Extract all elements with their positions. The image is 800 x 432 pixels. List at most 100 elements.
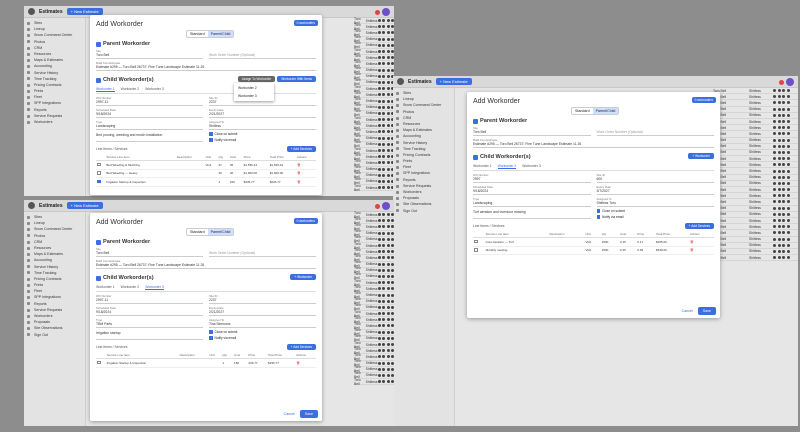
copy-icon[interactable] (386, 367, 390, 371)
copy-icon[interactable] (386, 25, 390, 29)
tab-workorder-1[interactable]: Workorder 1 (96, 87, 115, 92)
view-icon[interactable] (377, 237, 381, 241)
delete-icon[interactable] (786, 101, 790, 105)
delete-icon[interactable] (391, 213, 394, 217)
edit-icon[interactable] (777, 237, 781, 241)
tab-workorder-2[interactable]: Workorder 2 (497, 164, 517, 169)
copy-icon[interactable] (782, 126, 785, 130)
copy-icon[interactable] (782, 200, 785, 204)
delete-icon[interactable] (391, 231, 394, 235)
edit-icon[interactable] (382, 31, 385, 35)
edit-icon[interactable] (382, 256, 385, 260)
view-icon[interactable] (377, 287, 381, 291)
notes-field[interactable]: Turf aeration and overdoor mowing (473, 210, 591, 219)
edit-icon[interactable] (777, 138, 781, 142)
new-estimate-button[interactable]: + New Estimate (435, 78, 472, 85)
view-icon[interactable] (773, 188, 776, 192)
edit-icon[interactable] (777, 175, 781, 179)
view-icon[interactable] (773, 212, 776, 216)
edit-icon[interactable] (777, 243, 781, 247)
copy-icon[interactable] (386, 186, 390, 190)
delete-icon[interactable] (391, 50, 394, 54)
edit-icon[interactable] (382, 287, 385, 291)
notification-icon[interactable] (375, 203, 380, 209)
view-icon[interactable] (377, 231, 381, 235)
delete-icon[interactable] (786, 138, 790, 142)
delete-icon[interactable] (391, 268, 394, 272)
copy-icon[interactable] (386, 43, 390, 47)
edit-icon[interactable] (382, 155, 385, 159)
edit-icon[interactable] (382, 25, 385, 29)
delete-icon[interactable] (786, 212, 790, 216)
copy-icon[interactable] (386, 161, 390, 165)
view-icon[interactable] (377, 43, 381, 47)
copy-icon[interactable] (386, 231, 390, 235)
edit-icon[interactable] (382, 167, 385, 171)
view-icon[interactable] (377, 179, 381, 183)
delete-icon[interactable] (391, 31, 394, 35)
edit-icon[interactable] (382, 74, 385, 78)
edit-icon[interactable] (382, 225, 385, 229)
copy-icon[interactable] (386, 256, 390, 260)
delete-icon[interactable] (391, 244, 394, 248)
copy-icon[interactable] (386, 136, 390, 140)
delete-icon[interactable]: 🗑 (690, 248, 694, 252)
edit-icon[interactable] (777, 157, 781, 161)
copy-icon[interactable] (386, 80, 390, 84)
view-icon[interactable] (377, 305, 381, 309)
edit-icon[interactable] (382, 355, 385, 359)
view-icon[interactable] (377, 361, 381, 365)
view-icon[interactable] (773, 194, 776, 198)
copy-icon[interactable] (386, 219, 390, 223)
copy-icon[interactable] (386, 124, 390, 128)
row-checkbox[interactable] (97, 179, 101, 183)
view-icon[interactable] (377, 74, 381, 78)
mode-standard[interactable]: Standard (572, 108, 593, 114)
view-icon[interactable] (773, 101, 776, 105)
edit-icon[interactable] (382, 56, 385, 60)
view-icon[interactable] (377, 118, 381, 122)
save-button[interactable]: Save (697, 307, 716, 315)
copy-icon[interactable] (782, 225, 785, 229)
close-on-submit-checkbox[interactable] (596, 209, 600, 213)
delete-icon[interactable] (391, 361, 394, 365)
notify-checkbox[interactable] (596, 215, 600, 219)
edit-icon[interactable] (382, 173, 385, 177)
copy-icon[interactable] (386, 118, 390, 122)
delete-icon[interactable] (786, 219, 790, 223)
view-icon[interactable] (773, 163, 776, 167)
tab-workorder-3[interactable]: Workorder 3 (145, 87, 164, 92)
notes-field[interactable]: Irrigation startup (96, 331, 203, 340)
delete-icon[interactable]: 🗑 (690, 240, 694, 244)
copy-icon[interactable] (386, 268, 390, 272)
edit-icon[interactable] (382, 130, 385, 134)
delete-icon[interactable] (391, 287, 394, 291)
cancel-button[interactable]: Cancel (284, 412, 295, 416)
view-icon[interactable] (773, 138, 776, 142)
delete-icon[interactable] (786, 107, 790, 111)
edit-icon[interactable] (777, 107, 781, 111)
view-icon[interactable] (377, 130, 381, 134)
copy-icon[interactable] (782, 175, 785, 179)
edit-icon[interactable] (382, 299, 385, 303)
copy-icon[interactable] (782, 249, 785, 253)
view-icon[interactable] (377, 93, 381, 97)
tab-workorder-2[interactable]: Workorder 2 (121, 285, 140, 290)
edit-icon[interactable] (382, 50, 385, 54)
view-icon[interactable] (377, 213, 381, 217)
copy-icon[interactable] (386, 244, 390, 248)
view-icon[interactable] (773, 89, 776, 93)
view-icon[interactable] (377, 50, 381, 54)
avatar[interactable] (786, 78, 794, 86)
wo-number-field[interactable]: Work Order Number (Optional) (209, 53, 316, 59)
view-icon[interactable] (377, 25, 381, 29)
view-icon[interactable] (773, 243, 776, 247)
cost-cell[interactable]: 0.25 (619, 246, 637, 255)
notification-icon[interactable] (375, 9, 380, 15)
copy-icon[interactable] (782, 144, 785, 148)
view-icon[interactable] (773, 132, 776, 136)
copy-icon[interactable] (386, 343, 390, 347)
avatar[interactable] (382, 202, 390, 210)
copy-icon[interactable] (386, 324, 390, 328)
mode-parent-child[interactable]: Parent/Child (207, 229, 234, 235)
